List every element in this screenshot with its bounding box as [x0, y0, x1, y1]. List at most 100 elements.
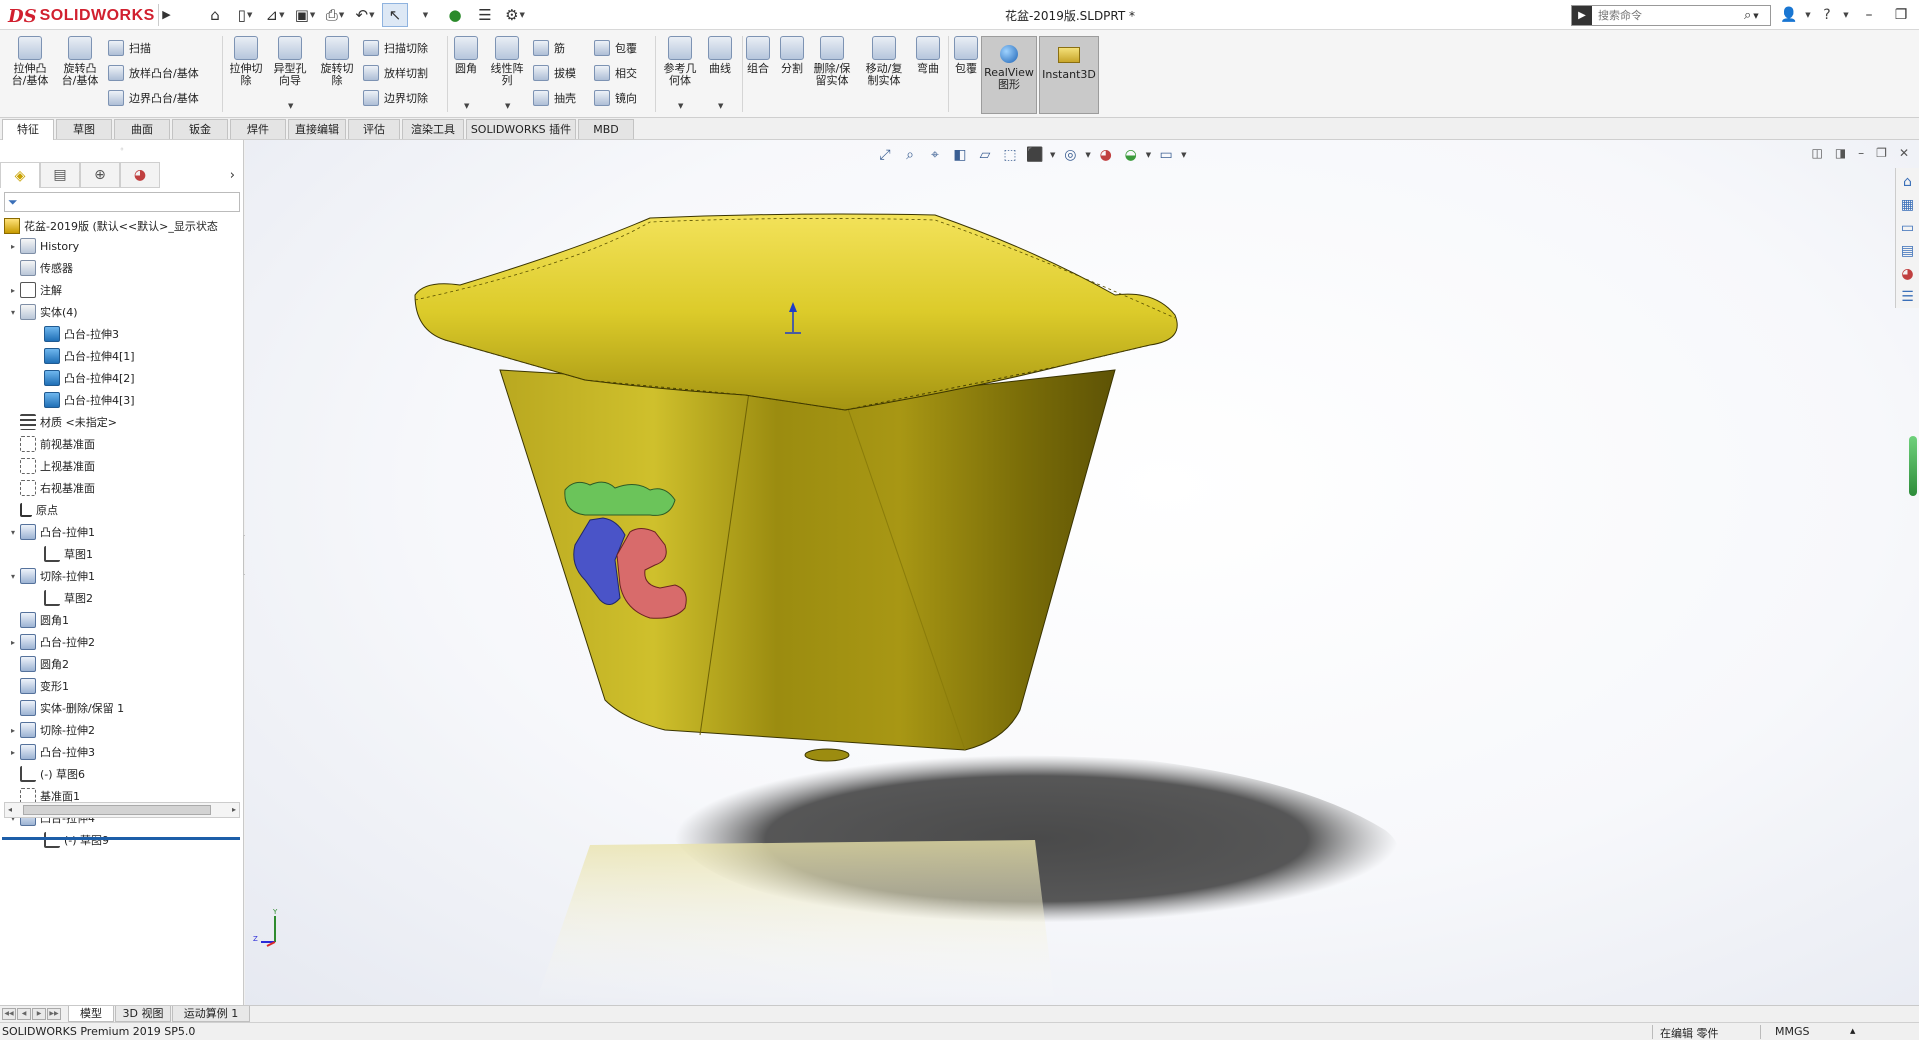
- prev-tab-icon[interactable]: ◀: [17, 1008, 31, 1020]
- search-dropdown-icon[interactable]: ▼: [1753, 12, 1758, 20]
- tree-node[interactable]: 传感器: [0, 257, 244, 279]
- feature-tree-tab-icon[interactable]: ◈: [0, 162, 40, 188]
- loft-boss-button[interactable]: 放样凸台/基体: [108, 63, 199, 83]
- expand-arrow-icon[interactable]: ▸: [6, 638, 20, 647]
- expand-arrow-icon[interactable]: ▸: [6, 748, 20, 757]
- search-commands-box[interactable]: ▶ ⌕ ▼: [1571, 5, 1771, 26]
- configuration-manager-tab-icon[interactable]: ⊕: [80, 162, 120, 188]
- hole-wizard-dropdown-icon[interactable]: ▼: [288, 102, 293, 110]
- graphics-area[interactable]: ⤢ ⌕ ⌖ ◧ ▱ ⬚ ⬛ ▼ ◎ ▼ ◕ ◒ ▼ ▭ ▼ ◫ ◨ – ❐ ✕: [245, 140, 1919, 1005]
- tree-horizontal-scrollbar[interactable]: ◂ ▸: [4, 802, 240, 818]
- open-folder-icon[interactable]: ⊿ ▼: [262, 3, 288, 27]
- tab-surfaces[interactable]: 曲面: [114, 119, 170, 139]
- tree-node[interactable]: 圆角2: [0, 653, 244, 675]
- display-manager-tab-icon[interactable]: ◕: [120, 162, 160, 188]
- hole-wizard-button[interactable]: 异型孔 向导: [268, 36, 312, 87]
- help-icon[interactable]: ?: [1818, 7, 1836, 23]
- unit-system-button[interactable]: MMGS: [1775, 1025, 1810, 1038]
- tree-node[interactable]: 右视基准面: [0, 477, 244, 499]
- boundary-cut-button[interactable]: 边界切除: [363, 88, 428, 108]
- undo-icon[interactable]: ↶ ▼: [352, 3, 378, 27]
- intersect-button[interactable]: 相交: [594, 63, 637, 83]
- tree-node[interactable]: 材质 <未指定>: [0, 411, 244, 433]
- extrude-boss-button[interactable]: 拉伸凸 台/基体: [8, 36, 52, 87]
- select-cursor-icon[interactable]: ↖: [382, 3, 408, 27]
- appearances-icon[interactable]: ◕: [1899, 265, 1917, 283]
- user-dropdown-icon[interactable]: ▼: [1804, 11, 1812, 19]
- expand-arrow-icon[interactable]: ▸: [6, 726, 20, 735]
- next-tab-icon[interactable]: ▶: [32, 1008, 46, 1020]
- solidworks-resources-icon[interactable]: ⌂: [1899, 173, 1917, 191]
- split-button[interactable]: 分割: [770, 36, 814, 75]
- expand-arrow-icon[interactable]: ▾: [6, 572, 20, 581]
- linear-pattern-dropdown-icon[interactable]: ▼: [505, 102, 510, 110]
- expand-arrow-icon[interactable]: ▾: [6, 528, 20, 537]
- tree-node[interactable]: 凸台-拉伸4[1]: [0, 345, 244, 367]
- tab-features[interactable]: 特征: [2, 119, 54, 140]
- part-root-node[interactable]: 花盆-2019版 (默认<<默认>_显示状态: [4, 217, 218, 235]
- extrude-cut-button[interactable]: 拉伸切 除: [224, 36, 268, 87]
- tab-mbd[interactable]: MBD: [578, 119, 634, 139]
- file-explorer-icon[interactable]: ▭: [1899, 219, 1917, 237]
- tab-3d-views[interactable]: 3D 视图: [115, 1006, 171, 1022]
- draft-button[interactable]: 拔模: [533, 63, 576, 83]
- tree-node[interactable]: ▾ 凸台-拉伸1: [0, 521, 244, 543]
- tree-node[interactable]: 实体-删除/保留 1: [0, 697, 244, 719]
- tree-node[interactable]: (-) 草图9: [0, 829, 244, 851]
- restore-window-icon[interactable]: ❐: [1888, 7, 1914, 23]
- scroll-right-icon[interactable]: ▸: [232, 803, 236, 817]
- options-gear-icon[interactable]: ⚙ ▼: [502, 3, 528, 27]
- tree-node[interactable]: 凸台-拉伸3: [0, 323, 244, 345]
- fillet-button[interactable]: 圆角: [444, 36, 488, 75]
- tree-node[interactable]: ▸ 凸台-拉伸2: [0, 631, 244, 653]
- user-account-icon[interactable]: 👤: [1780, 7, 1798, 23]
- tree-node[interactable]: 圆角1: [0, 609, 244, 631]
- expand-arrow-icon[interactable]: ▾: [6, 308, 20, 317]
- shell-button[interactable]: 抽壳: [533, 88, 576, 108]
- tree-node[interactable]: 前视基准面: [0, 433, 244, 455]
- reference-geometry-button[interactable]: 参考几 何体: [658, 36, 702, 87]
- curves-dropdown-icon[interactable]: ▼: [718, 102, 723, 110]
- tree-node[interactable]: 凸台-拉伸4[2]: [0, 367, 244, 389]
- tree-node[interactable]: ▾ 实体(4): [0, 301, 244, 323]
- first-tab-icon[interactable]: ◀◀: [2, 1008, 16, 1020]
- revolve-cut-button[interactable]: 旋转切 除: [315, 36, 359, 87]
- tree-filter-box[interactable]: ⏷: [4, 192, 240, 212]
- fillet-dropdown-icon[interactable]: ▼: [464, 102, 469, 110]
- linear-pattern-button[interactable]: 线性阵 列: [485, 36, 529, 87]
- tab-weldments[interactable]: 焊件: [230, 119, 286, 139]
- expand-arrow-icon[interactable]: ▸: [6, 286, 20, 295]
- home-icon[interactable]: ⌂: [202, 3, 228, 27]
- reference-geometry-dropdown-icon[interactable]: ▼: [678, 102, 683, 110]
- search-input[interactable]: [1592, 9, 1742, 22]
- loft-cut-button[interactable]: 放样切割: [363, 63, 428, 83]
- rebuild-traffic-light-icon[interactable]: ●: [442, 3, 468, 27]
- tree-node[interactable]: ▸ 注解: [0, 279, 244, 301]
- instant3d-button[interactable]: Instant3D: [1039, 36, 1099, 114]
- revolve-boss-button[interactable]: 旋转凸 台/基体: [58, 36, 102, 87]
- design-library-icon[interactable]: ▦: [1899, 196, 1917, 214]
- sweep-button[interactable]: 扫描: [108, 38, 151, 58]
- flower-pot-model[interactable]: [245, 140, 1919, 1005]
- delete-keep-body-button[interactable]: 删除/保 留实体: [810, 36, 854, 87]
- tab-solidworks-addins[interactable]: SOLIDWORKS 插件: [466, 119, 576, 139]
- tab-motion-study[interactable]: 运动算例 1: [172, 1006, 250, 1022]
- tree-node[interactable]: ▸ History: [0, 235, 244, 257]
- panel-expand-chevron-icon[interactable]: ›: [230, 168, 235, 183]
- tree-node[interactable]: 凸台-拉伸4[3]: [0, 389, 244, 411]
- tree-node[interactable]: 草图1: [0, 543, 244, 565]
- tree-node[interactable]: ▾ 切除-拉伸1: [0, 565, 244, 587]
- tree-node[interactable]: 上视基准面: [0, 455, 244, 477]
- boundary-boss-button[interactable]: 边界凸台/基体: [108, 88, 199, 108]
- custom-properties-icon[interactable]: ☰: [1899, 288, 1917, 306]
- wrap-button[interactable]: 包覆: [594, 38, 637, 58]
- sweep-cut-button[interactable]: 扫描切除: [363, 38, 428, 58]
- move-copy-body-button[interactable]: 移动/复 制实体: [862, 36, 906, 87]
- property-manager-tab-icon[interactable]: ▤: [40, 162, 80, 188]
- scroll-thumb[interactable]: [23, 805, 211, 815]
- tree-node[interactable]: 原点: [0, 499, 244, 521]
- tree-node[interactable]: ▸ 凸台-拉伸3: [0, 741, 244, 763]
- tree-node[interactable]: 草图2: [0, 587, 244, 609]
- tree-node[interactable]: 变形1: [0, 675, 244, 697]
- tab-model[interactable]: 模型: [68, 1006, 114, 1022]
